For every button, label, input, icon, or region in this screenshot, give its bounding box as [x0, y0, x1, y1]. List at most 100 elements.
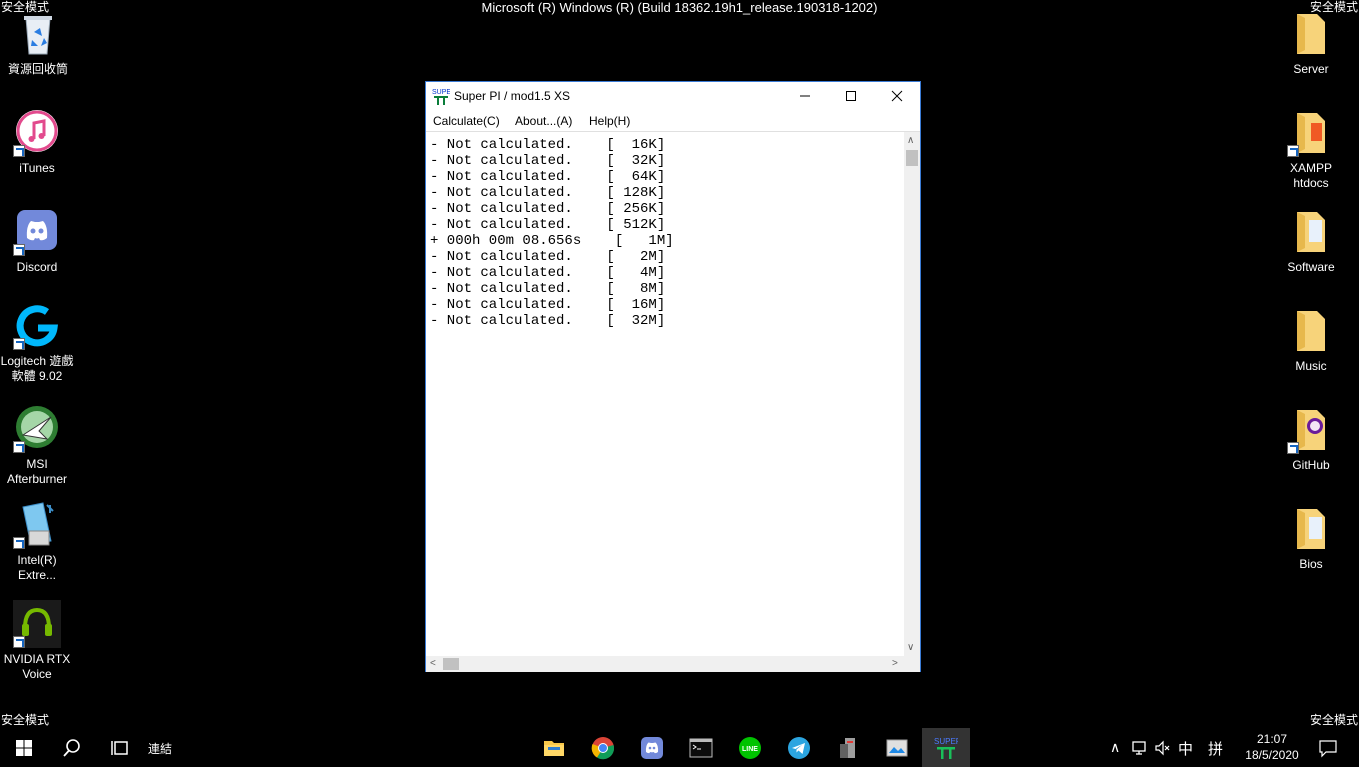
superpi-icon: SUPER [432, 87, 456, 105]
chrome-icon [591, 737, 615, 760]
folder-icon [1287, 505, 1335, 553]
shortcut-arrow-icon [13, 441, 25, 453]
desktop-icon-xampp-htdocs[interactable]: XAMPP htdocs [1274, 109, 1348, 191]
discord-icon [13, 208, 61, 256]
shortcut-arrow-icon [13, 338, 25, 350]
superpi-window: SUPER Super PI / mod1.5 XS Calculate(C) … [425, 81, 921, 672]
horizontal-scroll-thumb[interactable] [443, 658, 459, 670]
desktop-icon-nvidia-rtx-voice[interactable]: NVIDIA RTX Voice [0, 600, 74, 682]
taskbar-telegram[interactable] [775, 728, 823, 767]
nvidia-rtx-voice-icon [13, 600, 61, 648]
desktop-icon-label: Server [1293, 62, 1329, 76]
action-center-button[interactable] [1318, 738, 1338, 758]
window-titlebar[interactable]: SUPER Super PI / mod1.5 XS [426, 82, 920, 110]
desktop-icon-discord[interactable]: Discord [0, 208, 74, 275]
desktop-icon-logitech[interactable]: Logitech 遊戲軟體 9.02 [0, 302, 74, 384]
search-button[interactable] [48, 728, 96, 767]
task-view-button[interactable] [96, 728, 144, 767]
volume-muted-icon[interactable] [1154, 739, 1172, 757]
maximize-button[interactable] [828, 82, 874, 110]
windows-build-watermark: Microsoft (R) Windows (R) (Build 18362.1… [481, 0, 878, 15]
scrollbar-corner [904, 656, 920, 672]
notification-icon [1319, 740, 1337, 758]
close-icon [891, 90, 903, 102]
output-area[interactable]: - Not calculated. [ 16K] - Not calculate… [426, 131, 920, 672]
shortcut-arrow-icon [1287, 442, 1299, 454]
desktop-icon-intel-xtu[interactable]: Intel(R) Extre... [0, 501, 74, 583]
taskbar-line[interactable]: LINE [726, 728, 774, 767]
scroll-up-arrow-icon[interactable]: ∧ [907, 135, 914, 147]
menu-help[interactable]: Help(H) [589, 114, 630, 128]
menu-bar: Calculate(C) About...(A) Help(H) [426, 110, 920, 130]
folder-icon [1287, 10, 1335, 58]
desktop-icon-label: Software [1287, 260, 1335, 274]
image-app-icon [886, 739, 908, 757]
scroll-left-arrow-icon[interactable]: < [430, 658, 436, 670]
folder-icon [1287, 307, 1335, 355]
desktop-icon-label: 資源回收筒 [7, 62, 68, 76]
shortcut-arrow-icon [13, 244, 25, 256]
shortcut-arrow-icon [13, 145, 25, 157]
menu-about[interactable]: About...(A) [515, 114, 572, 128]
desktop-icon-software[interactable]: Software [1274, 208, 1348, 275]
calculation-results: - Not calculated. [ 16K] - Not calculate… [430, 137, 674, 329]
taskbar-image-app[interactable] [873, 728, 921, 767]
svg-text:LINE: LINE [742, 746, 758, 753]
desktop-icon-label: NVIDIA RTX Voice [3, 652, 71, 681]
desktop-icon-label: GitHub [1292, 458, 1330, 472]
window-title: Super PI / mod1.5 XS [454, 89, 571, 103]
file-explorer-icon [544, 741, 564, 756]
taskbar-terminal[interactable] [677, 728, 725, 767]
discord-icon [641, 737, 663, 759]
taskbar-file-explorer[interactable] [530, 728, 578, 767]
close-button[interactable] [874, 82, 920, 110]
line-icon: LINE [739, 737, 761, 759]
telegram-icon [788, 737, 810, 759]
vertical-scrollbar[interactable]: ∧ ∨ [904, 132, 920, 656]
desktop-icon-server[interactable]: Server [1274, 10, 1348, 77]
clock-time: 21:07 [1256, 732, 1288, 746]
show-hidden-icons-chevron-icon[interactable]: ∧ [1110, 739, 1120, 756]
shortcut-arrow-icon [13, 636, 25, 648]
scroll-right-arrow-icon[interactable]: > [892, 658, 898, 670]
intel-xtu-icon [13, 501, 61, 549]
task-view-label[interactable]: 連結 [148, 740, 172, 757]
desktop-icon-music[interactable]: Music [1274, 307, 1348, 374]
desktop-icon-recycle-bin[interactable]: 資源回收筒 [1, 10, 75, 77]
ime-language-indicator[interactable]: 中 [1178, 738, 1193, 759]
minimize-button[interactable] [782, 82, 828, 110]
ime-mode-indicator[interactable]: 拼 [1208, 738, 1223, 759]
desktop-icon-label: XAMPP htdocs [1289, 161, 1332, 190]
taskbar-clock[interactable]: 21:07 18/5/2020 [1232, 731, 1312, 763]
vertical-scroll-thumb[interactable] [906, 150, 918, 166]
logitech-icon [13, 302, 61, 350]
horizontal-scrollbar[interactable]: < > [426, 656, 904, 672]
search-icon [63, 739, 80, 757]
menu-calculate[interactable]: Calculate(C) [433, 114, 500, 128]
desktop-icon-github[interactable]: GitHub [1274, 406, 1348, 473]
scroll-down-arrow-icon[interactable]: ∨ [907, 642, 914, 654]
desktop-icon-label: Bios [1299, 557, 1323, 571]
clock-date: 18/5/2020 [1245, 748, 1299, 762]
tool-icon [840, 738, 855, 758]
desktop-icon-label: Logitech 遊戲軟體 9.02 [0, 354, 74, 383]
network-icon[interactable] [1131, 739, 1149, 757]
shortcut-arrow-icon [13, 537, 25, 549]
taskbar-chrome[interactable] [579, 728, 627, 767]
desktop-icon-label: MSI Afterburner [6, 457, 68, 486]
taskbar-superpi[interactable]: SUPER [922, 728, 970, 767]
start-button[interactable] [0, 728, 48, 767]
taskbar-discord[interactable] [628, 728, 676, 767]
desktop-icon-msi-afterburner[interactable]: MSI Afterburner [0, 405, 74, 487]
desktop-icon-label: Discord [16, 260, 58, 274]
folder-github-icon [1287, 406, 1335, 454]
folder-icon [1287, 208, 1335, 256]
recycle-bin-icon [14, 10, 62, 58]
svg-text:SUPER: SUPER [934, 737, 958, 746]
taskbar-tool[interactable] [824, 728, 872, 767]
desktop-icon-itunes[interactable]: iTunes [0, 109, 74, 176]
itunes-icon [13, 109, 61, 157]
desktop-icon-bios[interactable]: Bios [1274, 505, 1348, 572]
taskbar: 連結 LINE SUPER ∧ 中 拼 21:07 18/5/2020 [0, 728, 1359, 767]
windows-logo-icon [16, 740, 32, 756]
